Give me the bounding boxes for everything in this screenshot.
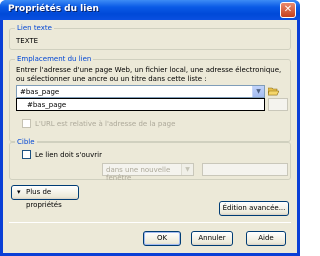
close-icon: ✕ (283, 4, 293, 15)
target-legend: Cible (15, 138, 37, 146)
open-link-label: Le lien doit s'ouvrir (35, 151, 102, 159)
help-button[interactable]: Aide (246, 231, 286, 246)
relative-url-checkbox[interactable] (22, 119, 31, 128)
location-legend: Emplacement du lien (15, 55, 94, 63)
dialog-body: Lien texte TEXTE Emplacement du lien Ent… (3, 20, 297, 253)
open-link-checkbox[interactable] (22, 150, 31, 159)
browse-field-disabled (268, 98, 288, 111)
ok-button[interactable]: OK (143, 231, 181, 246)
target-group: Cible Le lien doit s'ouvrir dans une nou… (9, 138, 291, 182)
more-properties-label: Plus de propriétés (26, 188, 62, 209)
relative-url-label: L'URL est relative à l'adresse de la pag… (35, 120, 176, 128)
url-input[interactable]: #bas_page (20, 88, 59, 96)
divider (9, 222, 291, 223)
url-combobox[interactable]: #bas_page ▼ (16, 85, 265, 98)
dropdown-item-bas-page[interactable]: #bas_page (27, 101, 66, 109)
cancel-button[interactable]: Annuler (191, 231, 233, 246)
location-instructions: Entrer l'adresse d'une page Web, un fich… (16, 66, 282, 83)
location-group: Emplacement du lien Entrer l'adresse d'u… (9, 55, 291, 142)
chevron-down-icon[interactable]: ▼ (181, 164, 193, 175)
chevron-down-icon[interactable]: ▼ (252, 86, 264, 97)
link-text-value: TEXTE (16, 37, 39, 45)
target-window-value: dans une nouvelle fenêtre (106, 166, 171, 182)
chevron-down-icon: ▾ (17, 188, 21, 196)
window-title: Propriétés du lien (8, 4, 99, 14)
advanced-edit-button[interactable]: Édition avancée... (219, 201, 289, 216)
dialog-window: Propriétés du lien ✕ Lien texte TEXTE Em… (0, 0, 300, 256)
url-dropdown-list: #bas_page (16, 98, 265, 111)
target-window-select[interactable]: dans une nouvelle fenêtre ▼ (102, 163, 194, 182)
link-text-group: Lien texte TEXTE (9, 24, 291, 50)
folder-open-icon[interactable] (268, 87, 279, 96)
link-text-legend: Lien texte (15, 24, 54, 32)
target-frame-field (202, 163, 288, 176)
title-bar[interactable]: Propriétés du lien ✕ (0, 0, 300, 20)
close-button[interactable]: ✕ (280, 2, 296, 18)
more-properties-button[interactable]: ▾ Plus de propriétés (11, 185, 79, 209)
